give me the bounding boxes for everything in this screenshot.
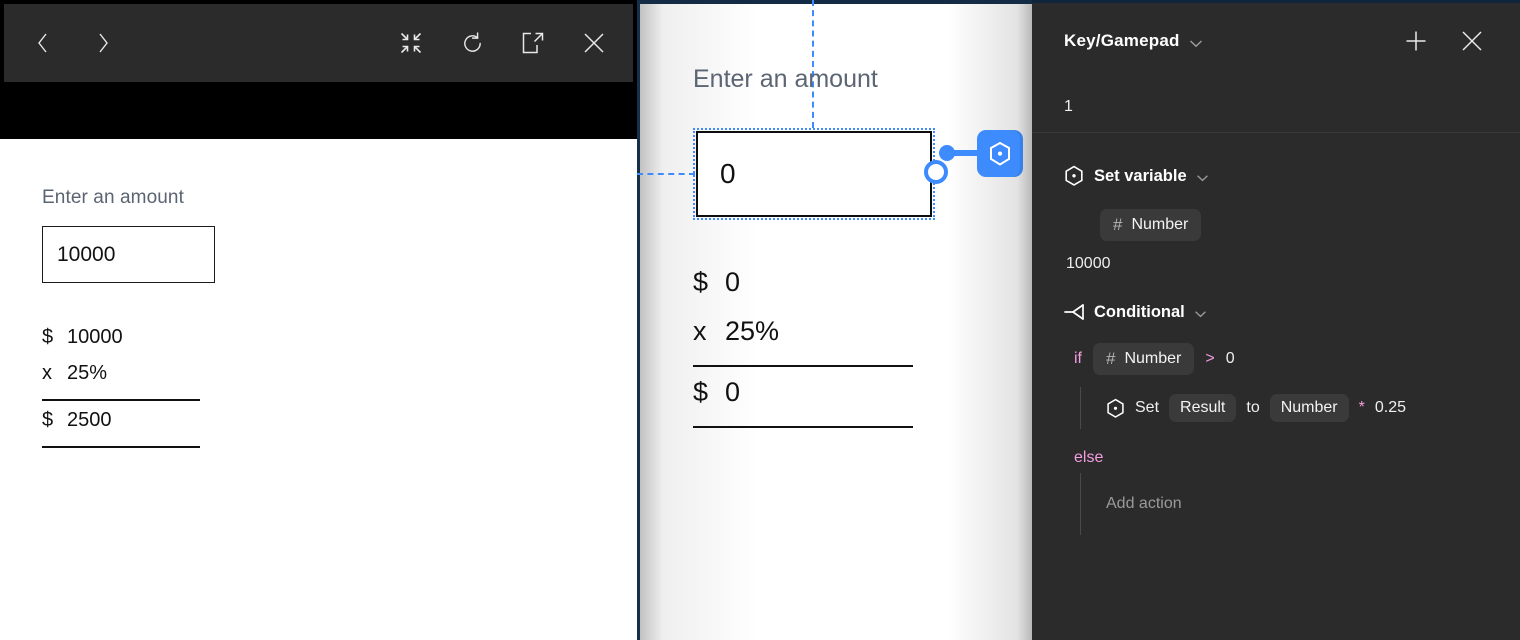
condition-chip-number[interactable]: # Number bbox=[1093, 343, 1195, 375]
panel-header: Key/Gamepad bbox=[1032, 0, 1520, 82]
set-variable-target: # Number bbox=[1064, 209, 1488, 241]
close-icon[interactable] bbox=[1458, 27, 1486, 55]
trigger-key-value: 1 bbox=[1064, 98, 1073, 115]
set-variable-value[interactable]: 10000 bbox=[1064, 241, 1488, 273]
variable-hexagon-icon bbox=[1106, 398, 1125, 419]
chevron-left-icon[interactable] bbox=[26, 26, 60, 60]
reload-icon[interactable] bbox=[455, 26, 489, 60]
chip-label: Number bbox=[1280, 399, 1338, 416]
conditional-else-branch: Add action bbox=[1080, 473, 1488, 535]
conditional-then-branch: Set Result to Number * 0.25 bbox=[1080, 387, 1488, 429]
calc-row: x 25% bbox=[42, 362, 200, 398]
canvas-calculation: $ 0 x 25% $ 0 bbox=[693, 267, 913, 428]
action-operator[interactable]: * bbox=[1359, 399, 1365, 417]
condition-operator[interactable]: > bbox=[1205, 350, 1214, 368]
calc-row: $ 0 bbox=[693, 267, 913, 316]
action-set-result[interactable]: Set Result to Number * 0.25 bbox=[1106, 387, 1488, 429]
calc-row: x 25% bbox=[693, 316, 913, 365]
branch-icon bbox=[1064, 303, 1090, 321]
calc-result-symbol: $ bbox=[42, 409, 54, 431]
plus-icon[interactable] bbox=[1402, 27, 1430, 55]
variable-chip-number[interactable]: # Number bbox=[1100, 209, 1202, 241]
chevron-down-icon[interactable] bbox=[1194, 310, 1207, 318]
preview-toolbar bbox=[4, 4, 633, 82]
preview-calculation: $ 10000 x 25% $ 2500 bbox=[42, 326, 200, 448]
preview-amount-input[interactable]: 10000 bbox=[42, 226, 215, 283]
block-title: Conditional bbox=[1094, 302, 1185, 321]
trigger-key-row[interactable]: 1 bbox=[1032, 82, 1520, 133]
canvas-amount-label[interactable]: Enter an amount bbox=[693, 65, 878, 94]
close-icon[interactable] bbox=[577, 26, 611, 60]
preview-surface: Enter an amount 10000 $ 10000 x 25% $ 25… bbox=[0, 139, 637, 640]
else-keyword: else bbox=[1074, 449, 1104, 466]
calc-value: 25% bbox=[67, 362, 108, 384]
calc-result-divider bbox=[42, 446, 200, 448]
action-operand[interactable]: 0.25 bbox=[1375, 399, 1406, 417]
calc-result-value: 0 bbox=[725, 377, 741, 407]
panel-title: Key/Gamepad bbox=[1064, 31, 1180, 50]
connector-node[interactable] bbox=[939, 145, 955, 161]
if-keyword: if bbox=[1074, 350, 1082, 367]
calc-symbol: x bbox=[693, 316, 707, 346]
calc-row: $ 10000 bbox=[42, 326, 200, 362]
calc-divider bbox=[42, 399, 200, 401]
calc-result-divider bbox=[693, 426, 913, 428]
canvas-amount-input[interactable]: 0 bbox=[696, 131, 932, 217]
calc-symbol: $ bbox=[693, 267, 709, 297]
preview-amount-label: Enter an amount bbox=[42, 187, 184, 208]
chip-result[interactable]: Result bbox=[1169, 394, 1237, 422]
design-canvas[interactable]: Enter an amount 0 $ 0 x 25% $ 0 bbox=[637, 0, 1032, 640]
calc-value: 10000 bbox=[67, 326, 123, 348]
canvas-left-border bbox=[637, 0, 640, 640]
open-external-icon[interactable] bbox=[516, 26, 550, 60]
block-set-variable[interactable]: Set variable bbox=[1064, 159, 1488, 193]
conditional-if-row: if # Number > 0 bbox=[1064, 343, 1488, 375]
chip-label: Result bbox=[1180, 399, 1226, 416]
device-preview-column: Enter an amount 10000 $ 10000 x 25% $ 25… bbox=[0, 0, 637, 640]
add-action-button[interactable]: Add action bbox=[1106, 495, 1182, 513]
chevron-right-icon[interactable] bbox=[86, 26, 120, 60]
chip-number-source[interactable]: Number bbox=[1269, 394, 1349, 422]
chip-label: Number bbox=[1124, 350, 1182, 367]
variable-hexagon-icon bbox=[1064, 165, 1090, 187]
chevron-down-icon[interactable] bbox=[1189, 39, 1203, 48]
calc-divider bbox=[693, 365, 913, 367]
calc-result-row: $ 2500 bbox=[42, 409, 200, 445]
calc-symbol: $ bbox=[42, 326, 54, 348]
calc-result-row: $ 0 bbox=[693, 377, 913, 426]
hash-icon: # bbox=[1106, 349, 1116, 368]
collapse-arrows-icon[interactable] bbox=[394, 26, 428, 60]
block-conditional[interactable]: Conditional bbox=[1064, 295, 1488, 329]
panel-body: Set variable # Number 10000 Conditional … bbox=[1032, 133, 1520, 535]
connector-handle[interactable] bbox=[924, 160, 948, 184]
canvas-top-border bbox=[637, 0, 1032, 4]
action-verb: Set bbox=[1135, 399, 1160, 416]
alignment-guide-horizontal bbox=[637, 173, 695, 175]
chevron-down-icon[interactable] bbox=[1196, 174, 1209, 182]
variable-hexagon-icon[interactable] bbox=[977, 130, 1023, 177]
action-connector: to bbox=[1246, 399, 1260, 416]
app-root: Enter an amount 10000 $ 10000 x 25% $ 25… bbox=[0, 0, 1520, 640]
calc-value: 25% bbox=[725, 316, 780, 346]
condition-operand[interactable]: 0 bbox=[1226, 350, 1235, 368]
canvas-amount-input-selection[interactable]: 0 bbox=[693, 128, 935, 220]
alignment-guide-vertical bbox=[812, 0, 814, 128]
calc-result-symbol: $ bbox=[693, 377, 709, 407]
logic-panel: Key/Gamepad 1 Set variable # Number 1000… bbox=[1032, 0, 1520, 640]
calc-value: 0 bbox=[725, 267, 741, 297]
block-title: Set variable bbox=[1094, 166, 1187, 185]
chip-label: Number bbox=[1131, 216, 1189, 233]
calc-symbol: x bbox=[42, 362, 52, 384]
hash-icon: # bbox=[1113, 215, 1123, 234]
calc-result-value: 2500 bbox=[67, 409, 112, 431]
